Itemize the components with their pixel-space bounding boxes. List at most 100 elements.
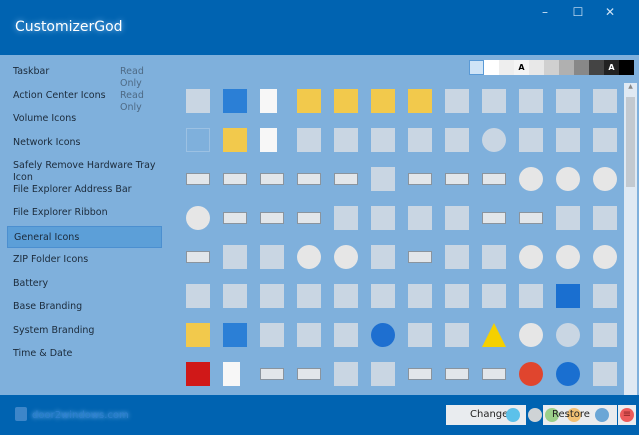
photo-icon[interactable] [371, 284, 395, 308]
drive-icon[interactable] [260, 212, 284, 224]
drive-disc-icon[interactable] [223, 173, 247, 185]
sidebar-item[interactable]: Volume Icons [7, 108, 162, 130]
blank-icon[interactable] [186, 128, 210, 152]
scroll-up-arrow[interactable]: ▲ [624, 83, 637, 90]
sidebar-item[interactable]: File Explorer Ribbon [7, 202, 162, 224]
drive-check-icon[interactable] [482, 212, 506, 224]
monitor-icon[interactable] [186, 89, 210, 113]
film-doc-icon[interactable] [371, 128, 395, 152]
swatch[interactable] [574, 60, 589, 75]
tablet-icon[interactable] [334, 362, 358, 386]
drive-green-icon[interactable] [334, 173, 358, 185]
drive-win-icon[interactable] [445, 173, 469, 185]
id-card-icon[interactable] [186, 284, 210, 308]
sidebar-item[interactable]: Safely Remove Hardware Tray Icon [7, 155, 162, 183]
disc-cd-rom-icon[interactable] [593, 245, 617, 269]
drive-check-icon[interactable] [519, 212, 543, 224]
network-printer-icon[interactable] [334, 206, 358, 230]
film-icon[interactable] [408, 128, 432, 152]
swatch[interactable] [619, 60, 634, 75]
close-button[interactable]: ✕ [600, 5, 620, 19]
window-icon[interactable] [593, 89, 617, 113]
disc-dvd-icon[interactable] [334, 245, 358, 269]
warning-icon[interactable] [482, 323, 506, 347]
users-icon[interactable] [593, 362, 617, 386]
scrollbar-thumb[interactable] [626, 97, 635, 187]
media-check-icon[interactable] [445, 206, 469, 230]
document-lines-icon[interactable] [260, 128, 277, 152]
drive-cyl-icon[interactable] [297, 212, 321, 224]
swatch[interactable] [469, 60, 484, 75]
lock-icon[interactable] [445, 245, 469, 269]
monitor-doc-icon[interactable] [556, 128, 580, 152]
shield-icon[interactable] [223, 323, 247, 347]
drive-icon[interactable] [297, 173, 321, 185]
disc-music-icon[interactable] [519, 323, 543, 347]
chip-icon[interactable] [371, 167, 395, 191]
checklist-icon[interactable] [297, 323, 321, 347]
folder-doc-icon[interactable] [223, 128, 247, 152]
change-button[interactable]: Change [446, 405, 526, 425]
swatch[interactable] [544, 60, 559, 75]
drive-icon[interactable] [408, 173, 432, 185]
swatch[interactable]: A [604, 60, 619, 75]
phone-icon[interactable] [408, 206, 432, 230]
swatch[interactable] [499, 60, 514, 75]
menu-button[interactable]: ≡ [618, 405, 636, 425]
swatch[interactable] [589, 60, 604, 75]
sidebar-item[interactable]: Battery [7, 273, 162, 295]
folder-icon[interactable] [334, 89, 358, 113]
drive-icon[interactable] [408, 368, 432, 380]
folder-narrow-icon[interactable] [408, 89, 432, 113]
help-drive-icon[interactable] [556, 284, 580, 308]
drive-dvd-icon[interactable] [482, 173, 506, 185]
media-icon[interactable] [593, 206, 617, 230]
key-icon[interactable] [408, 323, 432, 347]
swatch[interactable] [484, 60, 499, 75]
photo-icon[interactable] [408, 284, 432, 308]
blue-cube-icon[interactable] [445, 89, 469, 113]
photos-icon[interactable] [445, 323, 469, 347]
disc-dvd-rom-icon[interactable] [593, 167, 617, 191]
sidebar-item[interactable]: System Branding [7, 320, 162, 342]
sidebar-item[interactable]: Action Center Icons Read Only [7, 85, 162, 113]
website-link[interactable]: door2windows.com [32, 410, 129, 421]
disc-dvd-ram-icon[interactable] [556, 167, 580, 191]
disc-cd-r-icon[interactable] [556, 245, 580, 269]
cards-icon[interactable] [556, 89, 580, 113]
x-red-icon[interactable] [186, 362, 210, 386]
minimize-button[interactable]: – [535, 5, 555, 19]
memory-card-icon[interactable] [482, 245, 506, 269]
drive-icon[interactable] [186, 173, 210, 185]
monitor-doc-icon[interactable] [297, 284, 321, 308]
folder-icon[interactable] [297, 89, 321, 113]
blue-cube-icon[interactable] [482, 89, 506, 113]
clock-icon[interactable] [556, 323, 580, 347]
printer-icon[interactable] [593, 128, 617, 152]
info-icon[interactable] [371, 323, 395, 347]
document-icon[interactable] [223, 362, 240, 386]
doc-gear-icon[interactable] [334, 284, 358, 308]
printer-icon[interactable] [519, 128, 543, 152]
folder-icon[interactable] [371, 89, 395, 113]
camera-icon[interactable] [371, 245, 395, 269]
printer-gear-icon[interactable] [593, 323, 617, 347]
users-icon[interactable] [260, 323, 284, 347]
folder-font-icon[interactable] [186, 323, 210, 347]
drive-x-icon[interactable] [260, 173, 284, 185]
sidebar-item[interactable]: Taskbar Read Only [7, 61, 162, 89]
drive-icon[interactable] [297, 368, 321, 380]
swatch[interactable] [559, 60, 574, 75]
restore-button[interactable]: Restore [543, 405, 617, 425]
sidebar-item[interactable]: Network Icons [7, 132, 162, 154]
sidebar-item[interactable]: File Explorer Address Bar [7, 179, 162, 201]
disc-icon[interactable] [519, 245, 543, 269]
drive-icon[interactable] [482, 368, 506, 380]
network-user-icon[interactable] [482, 284, 506, 308]
envelope-icon[interactable] [297, 128, 321, 152]
scanner-icon[interactable] [556, 206, 580, 230]
drive-icon[interactable] [223, 212, 247, 224]
network-user-icon[interactable] [519, 284, 543, 308]
drive-icon[interactable] [408, 251, 432, 263]
photo-icon[interactable] [445, 284, 469, 308]
